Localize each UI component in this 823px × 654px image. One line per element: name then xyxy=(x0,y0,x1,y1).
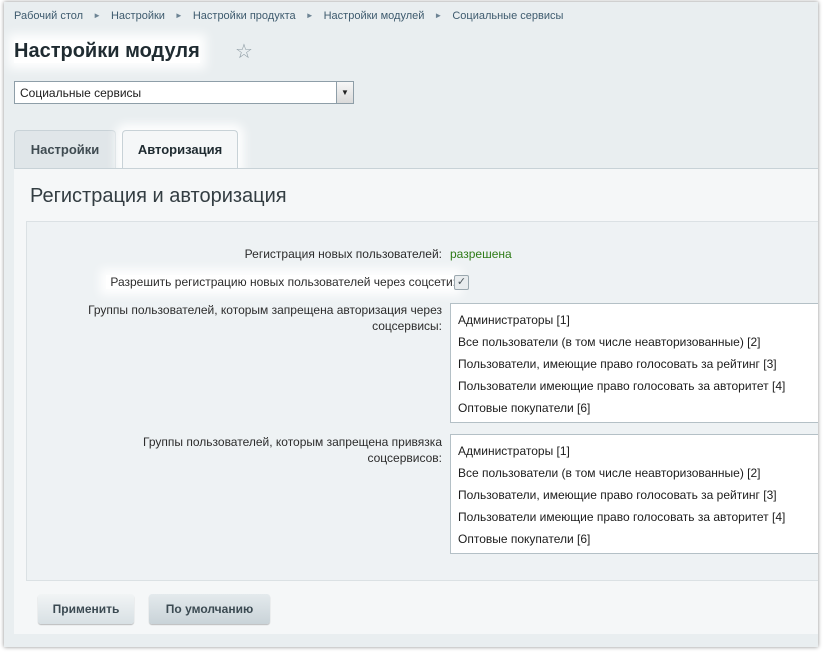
checkmark-icon: ✓ xyxy=(456,276,467,288)
list-item[interactable]: Оптовые покупатели [6] xyxy=(451,397,818,419)
registration-status: разрешена xyxy=(450,247,512,261)
allow-social-registration-checkbox[interactable]: ✓ xyxy=(454,275,469,290)
tab-authorization[interactable]: Авторизация xyxy=(122,130,238,168)
bind-groups-multiselect[interactable]: Администраторы [1] Все пользователи (в т… xyxy=(450,434,818,554)
tab-content: Регистрация и авторизация Регистрация но… xyxy=(14,168,818,634)
module-select[interactable]: Социальные сервисы ▼ xyxy=(14,81,354,104)
breadcrumb-desktop[interactable]: Рабочий стол xyxy=(14,10,83,22)
section-title: Регистрация и авторизация xyxy=(30,185,287,207)
list-item[interactable]: Администраторы [1] xyxy=(451,440,818,462)
breadcrumb-separator-icon: ► xyxy=(434,11,443,20)
bind-groups-label-line2: соцсервисов: xyxy=(367,451,443,465)
auth-groups-label-line1: Группы пользователей, которым запрещена … xyxy=(88,303,442,317)
module-select-value: Социальные сервисы xyxy=(20,86,142,100)
breadcrumb: Рабочий стол ► Настройки ► Настройки продукт… xyxy=(14,10,563,22)
page-title: Настройки модуля xyxy=(14,40,200,63)
favorite-star-icon[interactable]: ☆ xyxy=(235,39,253,64)
admin-window: Рабочий стол ► Настройки ► Настройки продукт… xyxy=(4,2,818,647)
default-button[interactable]: По умолчанию xyxy=(149,594,270,624)
breadcrumb-module-settings[interactable]: Настройки модулей xyxy=(324,10,425,22)
list-item[interactable]: Пользователи имеющие право голосовать за… xyxy=(451,506,818,528)
list-item[interactable]: Все пользователи (в том числе неавторизо… xyxy=(451,331,818,353)
list-item[interactable]: Оптовые покупатели [6] xyxy=(451,528,818,550)
chevron-down-icon[interactable]: ▼ xyxy=(336,82,353,103)
breadcrumb-settings[interactable]: Настройки xyxy=(111,10,165,22)
allow-social-registration-label: Разрешить регистрацию новых пользователе… xyxy=(106,275,456,289)
breadcrumb-separator-icon: ► xyxy=(305,11,314,20)
apply-button[interactable]: Применить xyxy=(38,594,134,624)
list-item[interactable]: Пользователи, имеющие право голосовать з… xyxy=(451,353,818,375)
list-item[interactable]: Пользователи, имеющие право голосовать з… xyxy=(451,484,818,506)
breadcrumb-separator-icon: ► xyxy=(93,11,101,20)
auth-groups-multiselect[interactable]: Администраторы [1] Все пользователи (в т… xyxy=(450,303,818,423)
registration-label: Регистрация новых пользователей: xyxy=(244,247,442,261)
list-item[interactable]: Администраторы [1] xyxy=(451,309,818,331)
list-item[interactable]: Пользователи имеющие право голосовать за… xyxy=(451,375,818,397)
bind-groups-label-line1: Группы пользователей, которым запрещена … xyxy=(143,435,442,449)
auth-groups-label-line2: соцсервисы: xyxy=(372,319,442,333)
list-item[interactable]: Все пользователи (в том числе неавторизо… xyxy=(451,462,818,484)
breadcrumb-separator-icon: ► xyxy=(174,11,183,20)
breadcrumb-product-settings[interactable]: Настройки продукта xyxy=(193,10,296,22)
breadcrumb-social-services[interactable]: Социальные сервисы xyxy=(452,10,563,22)
tab-settings[interactable]: Настройки xyxy=(14,130,116,168)
